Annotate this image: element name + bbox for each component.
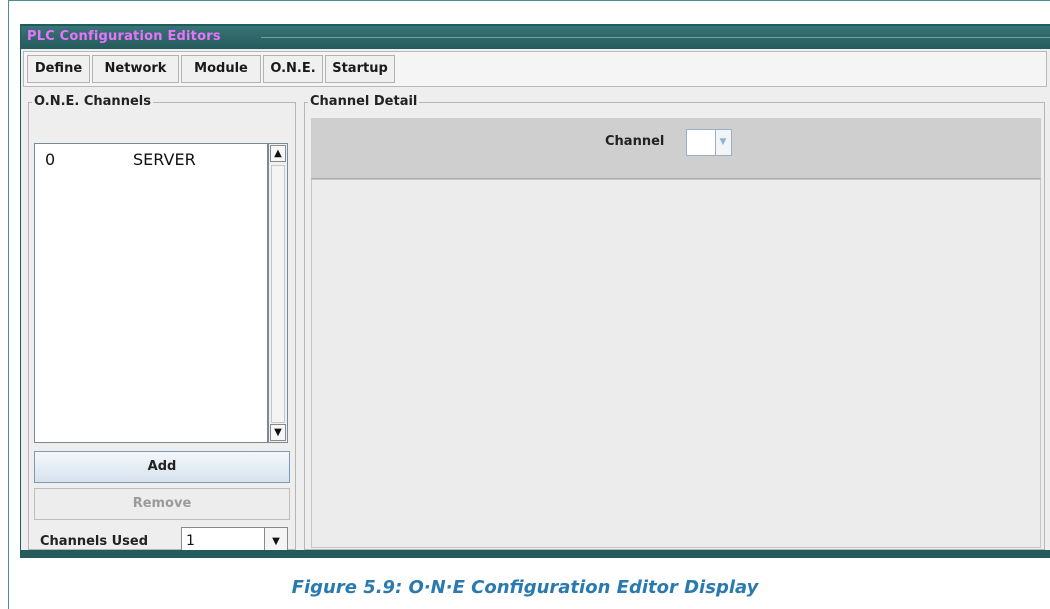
channel-number: 0 [45, 150, 56, 169]
window-title: PLC Configuration Editors [27, 29, 221, 44]
figure-caption: Figure 5.9: O·N·E Configuration Editor D… [291, 577, 759, 598]
channel-value [687, 130, 716, 155]
plc-config-window: PLC Configuration Editors Define Network… [20, 24, 1050, 558]
channel-detail-header: Channel ▼ [311, 118, 1041, 179]
window-titlebar: PLC Configuration Editors [21, 26, 1050, 49]
chevron-down-icon[interactable]: ▼ [715, 130, 731, 155]
tab-define[interactable]: Define [27, 55, 90, 83]
channel-label: Channel [605, 134, 665, 149]
channel-dropdown[interactable]: ▼ [686, 129, 732, 156]
tab-network[interactable]: Network [92, 55, 179, 83]
tab-one[interactable]: O.N.E. [263, 55, 323, 83]
editor-tab-bar: Define Network Module O.N.E. Startup [23, 51, 1047, 87]
add-channel-button[interactable]: Add [34, 451, 290, 483]
channel-list-scrollbar[interactable]: ▲ ▼ [268, 143, 288, 443]
remove-channel-button[interactable]: Remove [34, 488, 290, 520]
page-border-left [8, 0, 9, 609]
tab-startup[interactable]: Startup [325, 55, 395, 83]
channel-detail-body [311, 179, 1041, 548]
channels-used-value: 1 [186, 533, 195, 549]
channel-detail-title: Channel Detail [308, 94, 420, 109]
tab-module[interactable]: Module [181, 55, 261, 83]
one-channels-title: O.N.E. Channels [32, 94, 153, 109]
up-arrow-icon[interactable]: ▲ [270, 145, 286, 162]
channel-name: SERVER [133, 150, 196, 169]
page-border-top [8, 0, 1050, 1]
channels-used-label: Channels Used [40, 534, 149, 549]
titlebar-rule [261, 37, 1050, 38]
window-bottom-bar [21, 550, 1050, 558]
channel-list[interactable]: 0 SERVER [34, 143, 268, 443]
scrollbar-thumb[interactable] [271, 165, 285, 423]
down-arrow-icon[interactable]: ▼ [270, 424, 286, 441]
